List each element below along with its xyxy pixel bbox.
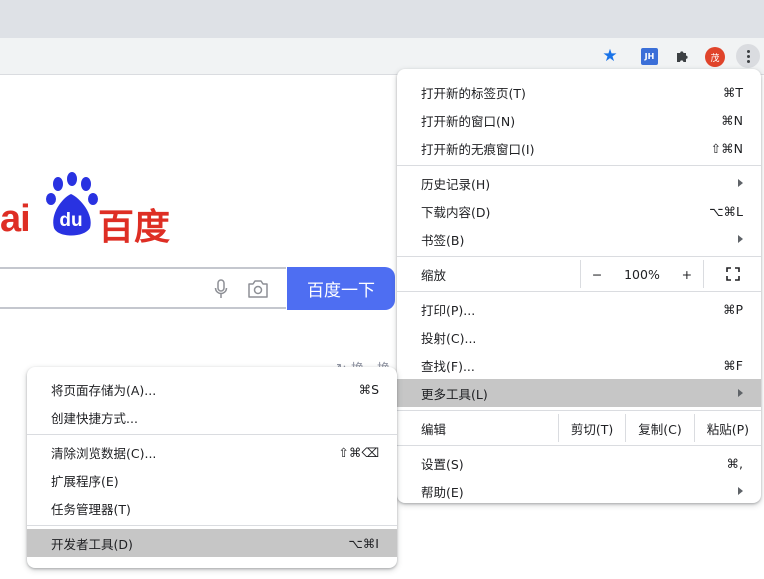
menu-item-help[interactable]: 帮助(E) [397, 477, 761, 505]
menu-item-label: 设置(S) [421, 456, 464, 472]
zoom-row: 缩放 − 100% + [397, 260, 761, 288]
menu-separator [397, 165, 761, 166]
menu-item-label: 帮助(E) [421, 484, 464, 500]
menu-item-label: 扩展程序(E) [51, 473, 119, 489]
menu-item-label: 历史记录(H) [421, 176, 491, 192]
menu-item-label: 打开新的无痕窗口(I) [421, 141, 535, 157]
menu-separator [397, 410, 761, 411]
menu-item-task-manager[interactable]: 任务管理器(T) [27, 494, 397, 522]
copy-button[interactable]: 复制(C) [625, 414, 693, 442]
bookmark-star-icon[interactable]: ★ [600, 46, 620, 66]
menu-item-downloads[interactable]: 下载内容(D) ⌥⌘L [397, 197, 761, 225]
menu-item-cast[interactable]: 投射(C)... [397, 323, 761, 351]
search-button[interactable]: 百度一下 [287, 267, 395, 310]
menu-item-label: 开发者工具(D) [51, 536, 133, 552]
menu-item-label: 打开新的标签页(T) [421, 85, 526, 101]
more-vert-icon [746, 49, 750, 63]
menu-item-label: 将页面存储为(A)... [51, 382, 157, 398]
cut-button[interactable]: 剪切(T) [557, 414, 625, 442]
menu-item-print[interactable]: 打印(P)... ⌘P [397, 295, 761, 323]
logo-text-cn: 百度 [98, 207, 171, 248]
edit-row: 编辑 剪切(T) 复制(C) 粘贴(P) [397, 414, 761, 442]
menu-item-new-incognito[interactable]: 打开新的无痕窗口(I) ⇧⌘N [397, 134, 761, 162]
menu-separator [397, 291, 761, 292]
menu-item-shortcut: ⇧⌘N [710, 140, 743, 156]
zoom-level: 100% [624, 266, 660, 282]
menu-item-label: 创建快捷方式... [51, 410, 138, 426]
menu-item-dev-tools[interactable]: 开发者工具(D) ⌥⌘I [27, 529, 397, 557]
fullscreen-icon [725, 267, 740, 281]
menu-separator [27, 434, 397, 435]
menu-separator [397, 445, 761, 446]
menu-item-shortcut: ⌥⌘L [709, 203, 743, 219]
menu-separator [397, 256, 761, 257]
edit-label: 编辑 [421, 421, 447, 437]
menu-item-settings[interactable]: 设置(S) ⌘, [397, 449, 761, 477]
menu-item-shortcut: ⇧⌘⌫ [338, 444, 379, 460]
menu-item-label: 投射(C)... [421, 330, 477, 346]
menu-item-history[interactable]: 历史记录(H) [397, 169, 761, 197]
menu-item-new-window[interactable]: 打开新的窗口(N) ⌘N [397, 106, 761, 134]
menu-item-shortcut: ⌥⌘I [348, 535, 379, 551]
menu-item-label: 下载内容(D) [421, 204, 491, 220]
baidu-paw-icon: du [46, 172, 98, 236]
zoom-controls: − 100% + [580, 260, 703, 288]
submenu-arrow-icon [738, 235, 743, 243]
zoom-out-button[interactable]: − [592, 267, 602, 282]
logo-text-ai: ai [0, 198, 31, 240]
menu-separator [27, 525, 397, 526]
menu-item-label: 任务管理器(T) [51, 501, 131, 517]
extension-jh-icon[interactable]: JH [641, 48, 658, 65]
fullscreen-button[interactable] [703, 260, 761, 288]
profile-avatar[interactable]: 茂 [705, 47, 725, 67]
zoom-in-button[interactable]: + [682, 267, 692, 282]
logo-du-text: du [59, 210, 82, 231]
submenu-arrow-icon [738, 179, 743, 187]
menu-item-shortcut: ⌘N [721, 112, 743, 128]
submenu-arrow-icon [738, 487, 743, 495]
menu-item-label: 打开新的窗口(N) [421, 113, 516, 129]
tab-strip [0, 0, 764, 38]
menu-item-save-page[interactable]: 将页面存储为(A)... ⌘S [27, 375, 397, 403]
menu-item-bookmarks[interactable]: 书签(B) [397, 225, 761, 253]
menu-item-extensions[interactable]: 扩展程序(E) [27, 466, 397, 494]
menu-item-find[interactable]: 查找(F)... ⌘F [397, 351, 761, 379]
menu-item-shortcut: ⌘, [726, 455, 743, 471]
more-tools-submenu: 将页面存储为(A)... ⌘S 创建快捷方式... 清除浏览数据(C)... ⇧… [27, 367, 397, 568]
microphone-icon[interactable] [214, 279, 228, 299]
menu-item-label: 清除浏览数据(C)... [51, 445, 157, 461]
extensions-puzzle-icon[interactable] [673, 46, 693, 66]
search-input[interactable] [0, 267, 286, 309]
browser-main-menu: 打开新的标签页(T) ⌘T 打开新的窗口(N) ⌘N 打开新的无痕窗口(I) ⇧… [397, 69, 761, 503]
menu-item-label: 更多工具(L) [421, 386, 488, 402]
menu-item-new-tab[interactable]: 打开新的标签页(T) ⌘T [397, 78, 761, 106]
menu-item-shortcut: ⌘P [722, 301, 743, 317]
menu-item-label: 书签(B) [421, 232, 465, 248]
zoom-label: 缩放 [421, 267, 447, 283]
menu-item-label: 打印(P)... [421, 302, 476, 318]
menu-item-clear-data[interactable]: 清除浏览数据(C)... ⇧⌘⌫ [27, 438, 397, 466]
menu-item-more-tools[interactable]: 更多工具(L) [397, 379, 761, 407]
menu-item-shortcut: ⌘S [358, 381, 379, 397]
browser-menu-button[interactable] [736, 44, 760, 68]
menu-item-label: 查找(F)... [421, 358, 475, 374]
submenu-arrow-icon [738, 389, 743, 397]
menu-item-create-shortcut[interactable]: 创建快捷方式... [27, 403, 397, 431]
camera-icon[interactable] [247, 279, 269, 299]
menu-item-shortcut: ⌘F [723, 357, 743, 373]
paste-button[interactable]: 粘贴(P) [693, 414, 761, 442]
menu-item-shortcut: ⌘T [722, 84, 743, 100]
